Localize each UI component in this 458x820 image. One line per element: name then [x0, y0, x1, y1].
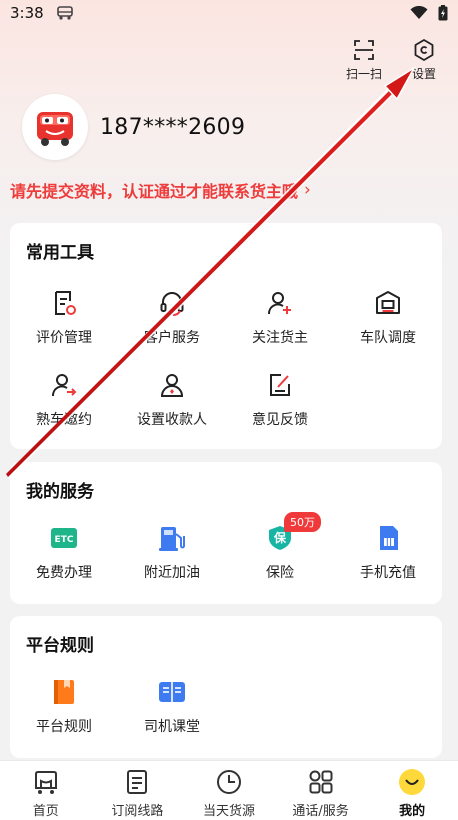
service-etc[interactable]: ETC 免费办理 [10, 524, 118, 582]
wifi-icon [410, 6, 428, 19]
bottom-tab-bar: 首页 订阅线路 当天货源 通话/服务 我的 [0, 760, 458, 820]
tool-label: 车队调度 [360, 330, 416, 346]
rule-platform-rules[interactable]: 平台规则 [10, 678, 118, 736]
tool-label: 客户服务 [144, 330, 200, 346]
avatar[interactable] [22, 94, 88, 160]
tab-label: 通话/服务 [292, 804, 349, 819]
home-truck-icon [34, 771, 57, 794]
service-phone-recharge[interactable]: 手机充值 [334, 524, 442, 582]
follow-user-icon [268, 292, 291, 315]
service-label: 保险 [266, 565, 294, 581]
apps-icon [309, 770, 333, 794]
tab-home[interactable]: 首页 [0, 761, 92, 820]
settings-button[interactable]: 设置 [404, 38, 444, 82]
services-card: 我的服务 ETC 免费办理 附近加油 保 50万 保险 手机充值 [10, 462, 442, 604]
feedback-icon [270, 374, 290, 396]
tool-set-payee[interactable]: 设置收款人 [118, 371, 226, 429]
etc-icon: ETC [51, 528, 77, 548]
rule-label: 平台规则 [36, 719, 92, 735]
tab-label: 首页 [32, 804, 59, 819]
tool-fleet-dispatch[interactable]: 车队调度 [334, 289, 442, 347]
tool-label: 关注货主 [252, 330, 308, 346]
scan-button[interactable]: 扫一扫 [344, 38, 384, 82]
tools-card: 常用工具 评价管理 客户服务 关注货主 车队调度 熟车邀约 设置收款人 意见反馈 [10, 223, 442, 449]
tab-today-cargo[interactable]: 当天货源 [183, 761, 275, 820]
tab-subscribe-routes[interactable]: 订阅线路 [92, 761, 184, 820]
review-icon [55, 291, 76, 315]
status-bar: 3:38 [0, 0, 458, 26]
tab-label: 当天货源 [202, 804, 255, 819]
tool-label: 评价管理 [36, 330, 92, 346]
clock-icon [216, 770, 241, 794]
rules-title: 平台规则 [26, 636, 94, 656]
tools-title: 常用工具 [26, 243, 94, 263]
tab-label: 我的 [399, 804, 426, 819]
tool-invite-driver[interactable]: 熟车邀约 [10, 371, 118, 429]
tool-review-management[interactable]: 评价管理 [10, 289, 118, 347]
insurance-badge: 50万 [284, 512, 321, 532]
tab-call-service[interactable]: 通话/服务 [275, 761, 367, 820]
service-label: 免费办理 [36, 565, 92, 581]
tool-follow-shipper[interactable]: 关注货主 [226, 289, 334, 347]
tool-label: 熟车邀约 [36, 412, 92, 428]
tab-mine[interactable]: 我的 [366, 761, 458, 820]
svg-text:保: 保 [273, 530, 287, 545]
status-time: 3:38 [10, 4, 44, 22]
rule-driver-classroom[interactable]: 司机课堂 [118, 678, 226, 736]
fleet-icon [376, 291, 400, 314]
settings-label: 设置 [411, 67, 436, 81]
fuel-icon [159, 527, 185, 551]
battery-icon [438, 5, 448, 21]
invite-user-icon [52, 374, 77, 397]
chevron-right-icon: › [304, 180, 311, 200]
rule-label: 司机课堂 [144, 719, 200, 735]
notice-text: 请先提交资料，认证通过才能联系货主哦 [10, 182, 299, 201]
rulebook-icon [54, 680, 74, 704]
truck-mascot-icon [28, 100, 82, 154]
verification-notice[interactable]: 请先提交资料，认证通过才能联系货主哦 › [10, 178, 311, 202]
service-label: 附近加油 [144, 565, 200, 581]
service-insurance[interactable]: 保 50万 保险 [226, 512, 334, 582]
tool-label: 设置收款人 [137, 412, 207, 428]
svg-text:ETC: ETC [55, 535, 74, 545]
headset-icon [160, 292, 184, 316]
truck-notification-icon [56, 6, 73, 20]
rules-card: 平台规则 平台规则 司机课堂 [10, 616, 442, 758]
phone-number: 187****2609 [100, 114, 246, 140]
profile-header[interactable]: 187****2609 [22, 94, 245, 160]
tool-customer-service[interactable]: 客户服务 [118, 289, 226, 347]
tab-label: 订阅线路 [111, 804, 164, 819]
scan-icon [354, 40, 374, 60]
sim-card-icon [380, 526, 398, 550]
tool-feedback[interactable]: 意见反馈 [226, 371, 334, 429]
scan-label: 扫一扫 [345, 67, 382, 81]
mine-icon [399, 769, 426, 795]
services-title: 我的服务 [26, 482, 94, 502]
classroom-icon [159, 682, 185, 702]
payee-icon [160, 374, 184, 397]
tool-label: 意见反馈 [252, 412, 308, 428]
subscribe-icon [127, 770, 148, 794]
gear-icon [414, 39, 434, 61]
service-label: 手机充值 [360, 565, 416, 581]
service-fuel[interactable]: 附近加油 [118, 524, 226, 582]
